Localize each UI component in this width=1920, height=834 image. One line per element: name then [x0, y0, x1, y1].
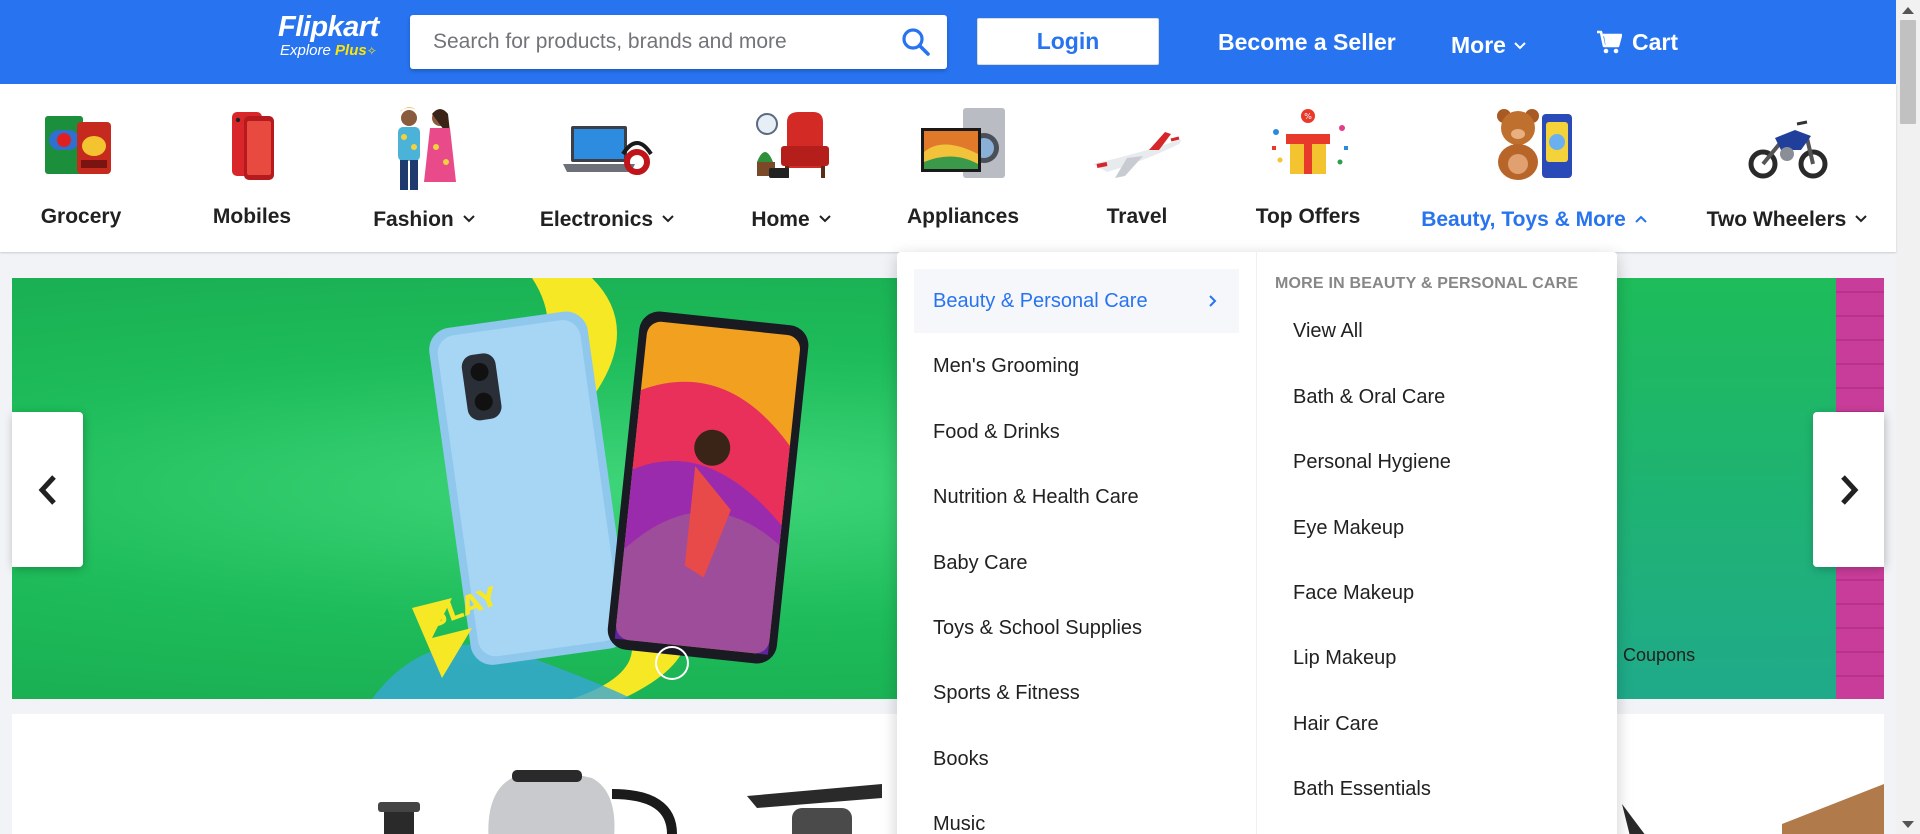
subcategory-personal-hygiene[interactable]: Personal Hygiene — [1293, 449, 1451, 475]
logo-wordmark: Flipkart — [278, 11, 379, 43]
cart-label: Cart — [1632, 29, 1679, 55]
scrollbar-thumb[interactable] — [1900, 20, 1916, 124]
subcategory-lip-makeup[interactable]: Lip Makeup — [1293, 645, 1396, 671]
subcategory-face-makeup[interactable]: Face Makeup — [1293, 580, 1414, 606]
laptop-icon — [557, 102, 657, 194]
grocery-icon — [31, 102, 131, 194]
home-furniture-icon — [741, 102, 841, 194]
category-top-offers[interactable]: % Top Offers — [1223, 102, 1393, 231]
category-label: Appliances — [906, 205, 1020, 228]
scroll-down-arrow-icon[interactable] — [1902, 821, 1914, 828]
category-two-wheelers[interactable]: Two Wheelers — [1698, 102, 1876, 234]
dropdown-item-label: Beauty & Personal Care — [933, 290, 1148, 312]
subcategory-bath-essentials[interactable]: Bath Essentials — [1293, 776, 1431, 802]
search-input[interactable] — [410, 15, 880, 69]
cart-icon — [1597, 30, 1623, 54]
dropdown-item-books[interactable]: Books — [914, 727, 1239, 791]
category-label: Home — [706, 203, 876, 234]
category-label-text: Electronics — [539, 208, 654, 231]
logo-tagline: Explore Plus✧ — [278, 43, 379, 59]
subcategory-eye-makeup[interactable]: Eye Makeup — [1293, 515, 1404, 541]
subcategory-hair-care[interactable]: Hair Care — [1293, 711, 1379, 737]
more-label: More — [1451, 32, 1506, 58]
category-grocery[interactable]: Grocery — [0, 102, 166, 231]
chevron-down-icon — [463, 203, 475, 231]
category-home[interactable]: Home — [706, 102, 876, 234]
category-dropdown-menu: Beauty & Personal Care Men's Grooming Fo… — [897, 252, 1617, 834]
category-nav-bar: Grocery Mobiles Fashion Electronics Home… — [0, 84, 1896, 252]
appliances-icon — [913, 102, 1013, 194]
more-menu[interactable]: More — [1451, 24, 1526, 63]
dropdown-item-beauty-personal-care[interactable]: Beauty & Personal Care — [914, 269, 1239, 333]
search-bar — [410, 15, 947, 69]
flipkart-logo[interactable]: Flipkart Explore Plus✧ — [278, 12, 379, 59]
category-label-text: Beauty, Toys & More — [1421, 208, 1626, 231]
category-beauty-toys-more[interactable]: Beauty, Toys & More — [1419, 102, 1649, 234]
dropdown-subheading: MORE IN BEAUTY & PERSONAL CARE — [1275, 275, 1579, 292]
chevron-up-icon — [1635, 203, 1647, 231]
category-label: Top Offers — [1255, 205, 1361, 228]
category-label: Mobiles — [212, 205, 292, 228]
chevron-down-icon — [818, 203, 831, 231]
category-label-text: Home — [751, 208, 810, 231]
category-label: Fashion — [339, 203, 509, 234]
dropdown-item-sports-fitness[interactable]: Sports & Fitness — [914, 661, 1239, 725]
category-label-text: Two Wheelers — [1706, 208, 1847, 231]
dropdown-primary-list: Beauty & Personal Care Men's Grooming Fo… — [897, 252, 1257, 834]
svg-text:%: % — [1304, 112, 1312, 121]
dropdown-item-music[interactable]: Music — [914, 792, 1239, 834]
fashion-icon — [374, 102, 474, 194]
category-fashion[interactable]: Fashion — [339, 102, 509, 234]
chevron-right-icon — [1209, 269, 1217, 333]
category-label: Electronics — [522, 203, 692, 234]
category-electronics[interactable]: Electronics — [522, 102, 692, 234]
plus-icon: ✧ — [366, 44, 377, 58]
search-icon[interactable] — [901, 27, 931, 57]
motorbike-icon — [1737, 102, 1837, 194]
logo-tagline-explore: Explore — [280, 42, 331, 59]
category-label: Grocery — [40, 205, 122, 228]
dropdown-item-toys-school[interactable]: Toys & School Supplies — [914, 596, 1239, 660]
subcategory-bath-oral-care[interactable]: Bath & Oral Care — [1293, 384, 1445, 410]
category-label: Two Wheelers — [1698, 203, 1876, 234]
category-mobiles[interactable]: Mobiles — [167, 102, 337, 231]
login-button[interactable]: Login — [977, 18, 1159, 65]
chevron-down-icon — [1855, 203, 1868, 231]
category-label-text: Fashion — [373, 208, 454, 231]
subcategory-view-all[interactable]: View All — [1293, 318, 1363, 344]
teddy-bear-icon — [1484, 102, 1584, 194]
logo-tagline-plus: Plus — [335, 42, 367, 59]
chevron-right-icon — [1841, 475, 1859, 505]
airplane-icon — [1087, 102, 1187, 194]
become-seller-link[interactable]: Become a Seller — [1218, 24, 1396, 60]
banner-prev-button[interactable] — [12, 412, 83, 567]
category-label: Travel — [1106, 205, 1168, 228]
dropdown-item-baby-care[interactable]: Baby Care — [914, 531, 1239, 595]
chevron-left-icon — [38, 475, 56, 505]
gift-icon: % — [1258, 102, 1358, 194]
scroll-up-arrow-icon[interactable] — [1902, 7, 1914, 14]
category-label: Beauty, Toys & More — [1419, 203, 1649, 234]
cart-link[interactable]: Cart — [1596, 24, 1678, 60]
chevron-down-icon — [1514, 24, 1526, 60]
page-scrollbar[interactable] — [1896, 0, 1920, 834]
mobile-phone-icon — [202, 102, 302, 194]
category-travel[interactable]: Travel — [1052, 102, 1222, 231]
dropdown-item-mens-grooming[interactable]: Men's Grooming — [914, 334, 1239, 398]
dropdown-item-nutrition-health[interactable]: Nutrition & Health Care — [914, 465, 1239, 529]
dropdown-item-food-drinks[interactable]: Food & Drinks — [914, 400, 1239, 464]
category-appliances[interactable]: Appliances — [878, 102, 1048, 231]
chevron-down-icon — [662, 203, 674, 231]
top-header: Flipkart Explore Plus✧ Login Become a Se… — [0, 0, 1896, 84]
banner-next-button[interactable] — [1813, 412, 1884, 567]
